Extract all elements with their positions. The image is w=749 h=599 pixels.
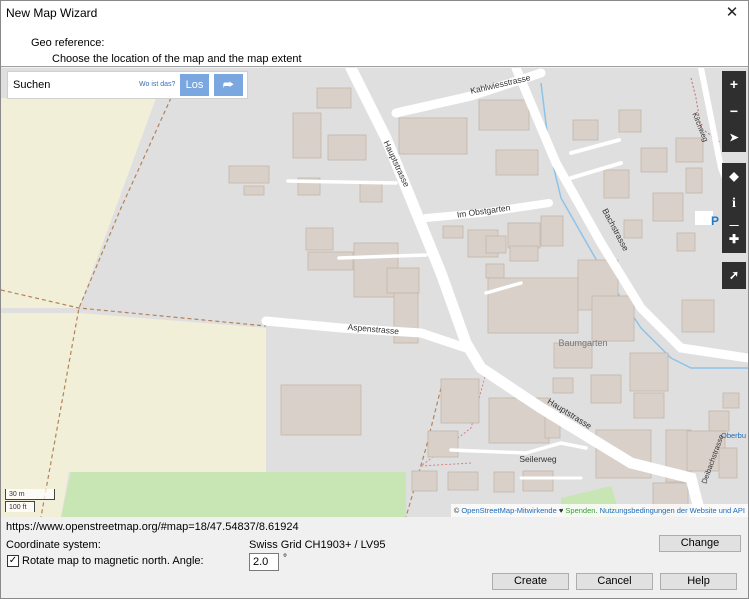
zoom-in-icon[interactable]: + [722,71,746,98]
search-panel: Wo ist das? Los ⮫ [7,71,248,99]
wizard-window: New Map Wizard ✕ Geo reference: Choose t… [0,0,749,599]
close-icon[interactable]: ✕ [722,3,742,23]
cancel-button[interactable]: Cancel [576,573,653,590]
search-go-button[interactable]: Los [180,74,209,96]
parking-label: P [711,214,719,228]
rotate-checkbox[interactable]: ✓ [7,555,19,567]
coordinate-system-label: Coordinate system: [6,539,101,551]
title-bar: New Map Wizard ✕ [1,1,748,27]
where-is-this-link[interactable]: Wo ist das? [139,81,175,88]
angle-input[interactable] [249,553,279,571]
map-attribution: © OpenStreetMap-Mitwirkende ♥ Spenden. N… [450,504,748,517]
directions-icon[interactable]: ⮫ [214,74,243,96]
angle-unit: ° [283,553,287,564]
map-url: https://www.openstreetmap.org/#map=18/47… [6,521,299,533]
search-input[interactable] [10,75,136,95]
park-green [61,472,406,517]
change-button[interactable]: Change [659,535,741,552]
place-label: Baumgarten [558,338,607,348]
rotate-label: Rotate map to magnetic north. Angle: [22,555,204,567]
osm-contributors-link[interactable]: OpenStreetMap-Mitwirkende [461,506,556,515]
zoom-out-icon[interactable]: − [722,98,746,125]
add-note-icon[interactable]: ✚ [722,226,746,253]
map-view[interactable]: Kahlwiesstrasse Hauptstrasse Im Obstgart… [1,68,748,517]
scale-metric: 30 m [5,489,55,500]
window-title: New Map Wizard [6,6,98,20]
header-title: Geo reference: [31,37,105,49]
donate-link[interactable]: Spenden [565,506,595,515]
query-features-icon[interactable]: ➚ [722,262,746,289]
map-canvas[interactable]: Kahlwiesstrasse Hauptstrasse Im Obstgart… [1,68,748,517]
info-icon[interactable]: i [722,190,746,217]
map-controls-query: ➚ [722,262,746,289]
scale-bar: 30 m 100 ft [5,489,57,513]
coordinate-system-value: Swiss Grid CH1903+ / LV95 [249,539,386,551]
header-subtitle: Choose the location of the map and the m… [52,53,302,65]
scale-imperial: 100 ft [5,501,35,512]
help-button[interactable]: Help [660,573,737,590]
layers-icon[interactable]: ◆ [722,163,746,190]
terms-link[interactable]: Nutzungsbedingungen der Website und API [600,506,745,515]
locate-icon[interactable]: ➤ [722,125,746,152]
map-controls-top: + − ➤ [722,71,746,152]
wizard-header: Geo reference: Choose the location of th… [1,27,748,67]
map-controls-note: ✚ [722,226,746,253]
street-label: Seilerweg [519,454,557,464]
create-button[interactable]: Create [492,573,569,590]
